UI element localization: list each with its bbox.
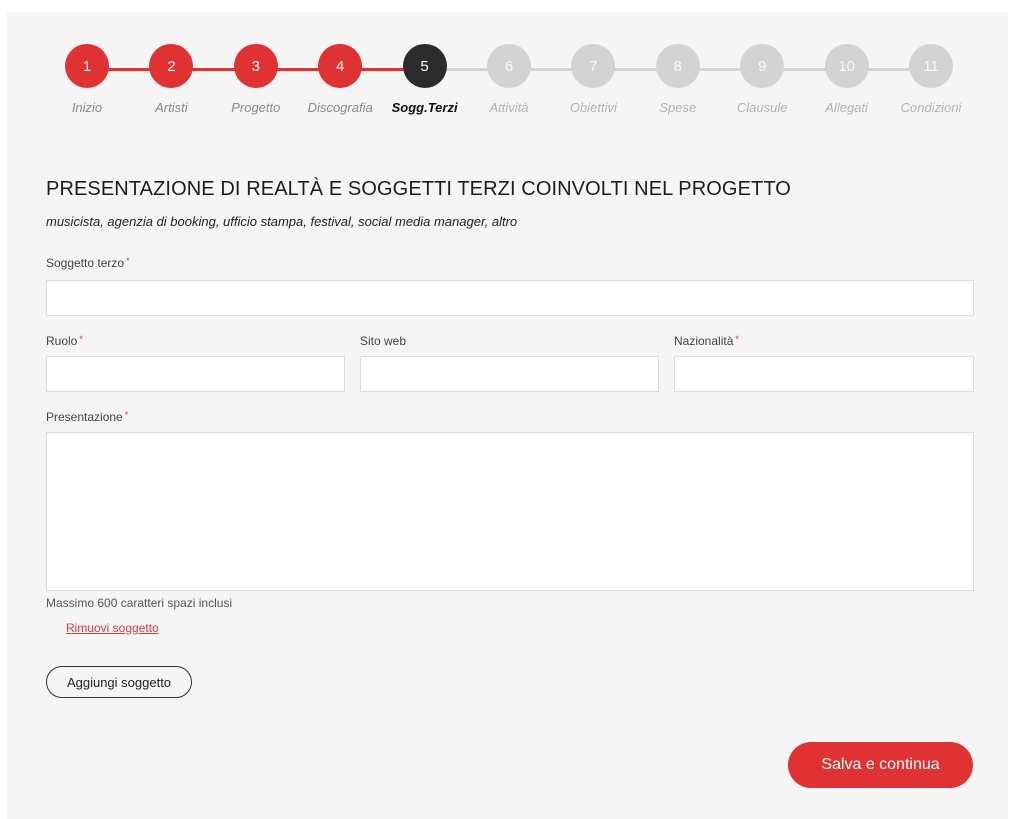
section-subtitle: musicista, agenzia di booking, ufficio s…	[46, 214, 518, 229]
step-8-circle[interactable]: 8	[655, 44, 700, 88]
soggetto-terzo-label: Soggetto terzo *	[46, 256, 130, 270]
form-panel: 1 Inizio 2 Artisti 3 Progetto 4 Discografia 5 Sog…	[7, 12, 1008, 819]
step-3-circle[interactable]: 3	[233, 44, 278, 88]
ruolo-label: Ruolo *	[46, 334, 83, 348]
nazionalita-label: Nazionalità *	[674, 334, 739, 348]
required-marker: *	[126, 256, 130, 266]
add-subject-button[interactable]: Aggiungi soggetto	[46, 666, 192, 698]
progress-stepper: 1 Inizio 2 Artisti 3 Progetto 4 Discografia 5 Sog…	[7, 12, 1008, 142]
remove-subject-link[interactable]: Rimuovi soggetto	[66, 621, 159, 635]
soggetto-terzo-input[interactable]	[46, 280, 974, 316]
presentazione-textarea[interactable]	[46, 432, 974, 591]
step-9-circle[interactable]: 9	[740, 44, 785, 88]
presentazione-label: Presentazione *	[46, 410, 129, 424]
required-marker: *	[79, 334, 83, 344]
step-5-circle[interactable]: 5	[402, 44, 447, 88]
step-10-circle[interactable]: 10	[824, 44, 869, 88]
step-2-circle[interactable]: 2	[149, 44, 194, 88]
step-11-label: Condizioni	[900, 100, 962, 115]
step-6-circle[interactable]: 6	[487, 44, 531, 88]
step-11-circle[interactable]: 11	[909, 44, 953, 88]
step-4-circle[interactable]: 4	[318, 44, 363, 88]
sito-web-input[interactable]	[360, 356, 659, 392]
nazionalita-input[interactable]	[674, 356, 974, 392]
step-1-circle[interactable]: 1	[65, 44, 109, 88]
character-limit-hint: Massimo 600 caratteri spazi inclusi	[46, 596, 233, 610]
required-marker: *	[124, 410, 129, 420]
step-7-circle[interactable]: 7	[571, 44, 616, 88]
section-title: PRESENTAZIONE DI REALTÀ E SOGGETTI TERZI…	[46, 178, 791, 200]
ruolo-input[interactable]	[46, 356, 345, 392]
sito-web-label: Sito web	[360, 334, 407, 348]
save-continue-button[interactable]: Salva e continua	[788, 742, 973, 788]
required-marker: *	[735, 334, 739, 344]
